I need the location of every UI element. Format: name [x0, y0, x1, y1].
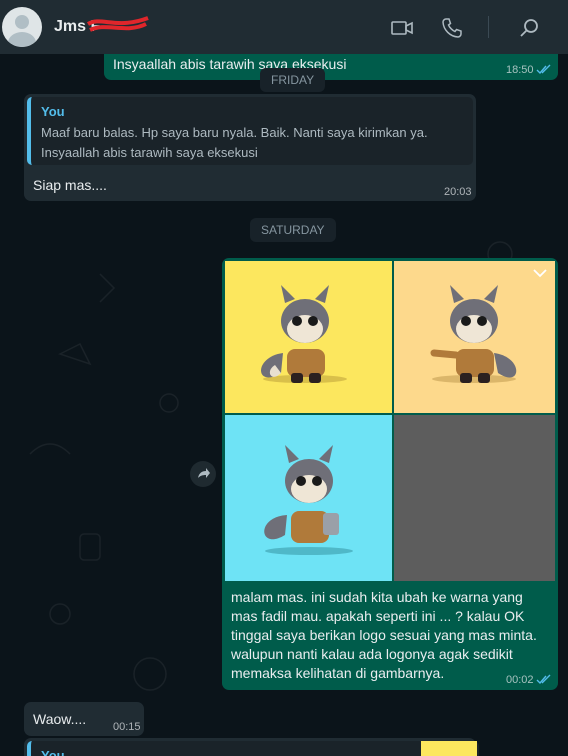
quoted-message[interactable]: You	[27, 741, 479, 756]
redaction-scribble	[86, 16, 149, 32]
quote-text: Maaf baru balas. Hp saya baru nyala. Bai…	[41, 123, 471, 163]
avatar-body-shape	[8, 32, 36, 47]
message-line: malam mas. ini sudah kita ubah ke warna …	[231, 589, 523, 605]
quote-author: You	[41, 748, 65, 756]
avatar[interactable]	[2, 7, 42, 47]
chat-area[interactable]: Insyaallah abis tarawih saya eksekusi 18…	[0, 54, 568, 756]
message-bubble-outgoing-image[interactable]: malam mas. ini sudah kita ubah ke warna …	[222, 258, 558, 690]
image-tile[interactable]	[225, 415, 392, 581]
message-time: 00:02	[506, 674, 534, 686]
message-time: 00:15	[113, 721, 141, 733]
quoted-image-thumbnail	[421, 741, 477, 756]
image-tile[interactable]	[394, 415, 555, 581]
squirrel-mascot-image	[261, 285, 347, 383]
quoted-message[interactable]: You Maaf baru balas. Hp saya baru nyala.…	[27, 97, 473, 165]
quote-line: Maaf baru balas. Hp saya baru nyala. Bai…	[41, 125, 428, 140]
day-separator: SATURDAY	[250, 218, 336, 242]
search-icon[interactable]	[518, 16, 542, 40]
chevron-down-icon[interactable]	[532, 267, 548, 279]
avatar-head-shape	[15, 15, 29, 29]
header-divider	[488, 16, 489, 38]
message-text: Siap mas....	[33, 177, 107, 193]
quote-author: You	[41, 104, 65, 119]
squirrel-mascot-image	[430, 285, 517, 383]
message-time: 18:50	[506, 64, 534, 76]
day-separator: FRIDAY	[260, 68, 326, 92]
chat-header: Jms F	[0, 0, 568, 54]
message-text: malam mas. ini sudah kita ubah ke warna …	[231, 588, 551, 683]
read-receipt-icon	[536, 674, 551, 685]
video-call-icon[interactable]	[390, 16, 414, 40]
message-line: tinggal saya berikan logo sesuai yang ma…	[231, 627, 537, 643]
message-time: 20:03	[444, 186, 472, 198]
forward-button[interactable]	[190, 461, 216, 487]
voice-call-icon[interactable]	[440, 16, 464, 40]
image-tile[interactable]	[225, 261, 392, 413]
message-line: mas fadil mau. apakah seperti ini ... ? …	[231, 608, 525, 624]
read-receipt-icon	[536, 64, 551, 75]
message-line: walupun nanti kalau ada logonya agak sed…	[231, 646, 513, 662]
message-bubble-incoming[interactable]: Waow.... 00:15	[24, 702, 144, 736]
message-text: Waow....	[33, 711, 87, 727]
message-line: memaksa kelihatan di gambarnya.	[231, 665, 445, 681]
quote-line: Insyaallah abis tarawih saya eksekusi	[41, 145, 258, 160]
image-album[interactable]	[225, 261, 555, 581]
image-tile[interactable]	[394, 261, 555, 413]
forward-icon	[198, 468, 210, 478]
message-bubble-outgoing[interactable]: Insyaallah abis tarawih saya eksekusi 18…	[104, 54, 558, 80]
squirrel-mascot-image	[264, 445, 353, 555]
message-bubble-incoming[interactable]: You Maaf baru balas. Hp saya baru nyala.…	[24, 94, 476, 201]
message-bubble-incoming[interactable]: You	[24, 738, 479, 756]
